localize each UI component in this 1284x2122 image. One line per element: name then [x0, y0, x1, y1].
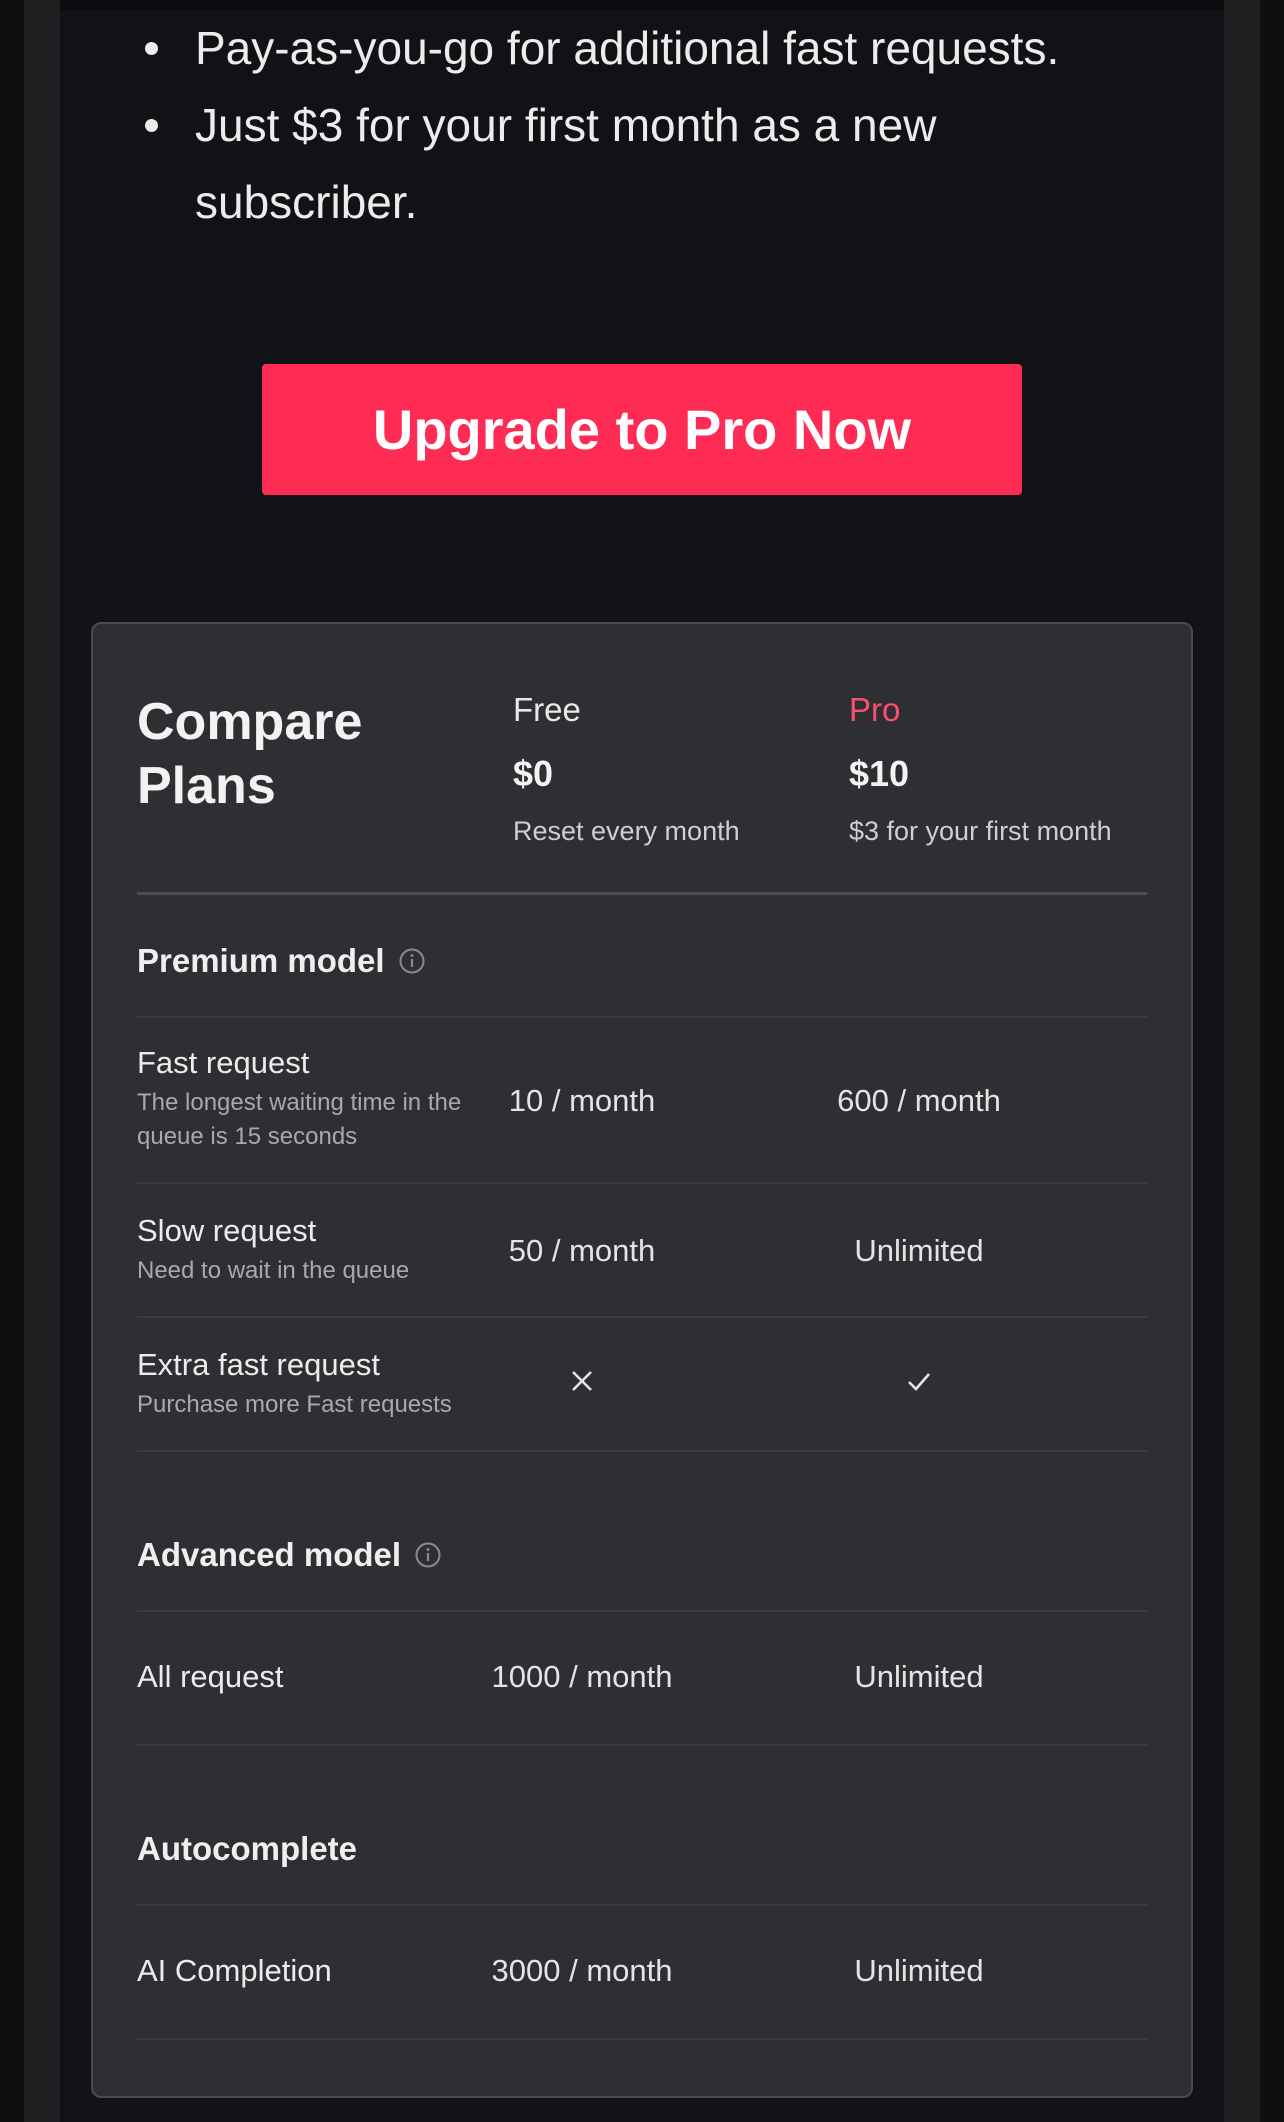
header-divider	[137, 892, 1147, 895]
benefit-item-continued: subscriber.	[60, 164, 1160, 241]
bullet-dot-icon	[145, 42, 158, 55]
upgrade-to-pro-button[interactable]: Upgrade to Pro Now	[262, 364, 1022, 495]
section-label: Advanced model	[137, 1536, 402, 1573]
row-divider	[137, 1016, 1147, 1018]
benefit-item: Just $3 for your first month as a new	[60, 87, 1160, 164]
extra-fast-request-free	[432, 1366, 732, 1404]
right-gutter	[1260, 0, 1284, 2122]
ai-completion-free: 3000 / month	[491, 1953, 673, 1988]
row-slow-request: Slow request Need to wait in the queue	[137, 1212, 467, 1288]
left-side-panel	[24, 0, 60, 2122]
fast-request-pro: 600 / month	[837, 1083, 1001, 1118]
right-side-panel	[1224, 0, 1260, 2122]
section-title-premium: Premium model	[137, 942, 425, 980]
plan-price-free: $0	[513, 753, 554, 794]
row-title: AI Completion	[137, 1953, 332, 1988]
row-divider	[137, 1316, 1147, 1318]
row-ai-completion: AI Completion	[137, 1952, 332, 1990]
all-request-pro: Unlimited	[854, 1659, 984, 1694]
cross-icon	[572, 1371, 592, 1391]
benefits-list: Pay-as-you-go for additional fast reques…	[60, 10, 1160, 241]
info-icon[interactable]	[415, 1542, 441, 1568]
benefit-text: Pay-as-you-go for additional fast reques…	[195, 22, 1060, 74]
fast-request-free: 10 / month	[508, 1083, 656, 1118]
section-label: Premium model	[137, 942, 385, 979]
row-divider	[137, 1450, 1147, 1452]
check-icon	[908, 1373, 930, 1391]
benefit-text: Just $3 for your first month as a new	[195, 99, 937, 151]
row-divider	[137, 1904, 1147, 1906]
plan-note-free: Reset every month	[513, 816, 740, 846]
benefit-text: subscriber.	[195, 176, 418, 228]
plan-note-pro: $3 for your first month	[849, 816, 1112, 846]
row-divider	[137, 1610, 1147, 1612]
ai-completion-pro: Unlimited	[854, 1953, 984, 1988]
top-edge	[60, 0, 1224, 10]
slow-request-pro: Unlimited	[854, 1233, 984, 1268]
compare-plans-title: Compare Plans	[137, 693, 363, 815]
all-request-free: 1000 / month	[491, 1659, 673, 1694]
section-title-autocomplete: Autocomplete	[137, 1830, 357, 1868]
row-divider	[137, 1744, 1147, 1746]
row-fast-request: Fast request The longest waiting time in…	[137, 1044, 467, 1154]
bullet-dot-icon	[145, 119, 158, 132]
main-content: Pay-as-you-go for additional fast reques…	[60, 0, 1224, 2122]
plan-name-free: Free	[513, 691, 581, 728]
left-gutter	[0, 0, 24, 2122]
row-title: Fast request	[137, 1045, 310, 1080]
extra-fast-request-pro	[769, 1366, 1069, 1404]
info-icon[interactable]	[399, 948, 425, 974]
benefit-item: Pay-as-you-go for additional fast reques…	[60, 10, 1160, 87]
section-title-advanced: Advanced model	[137, 1536, 441, 1574]
row-divider	[137, 2038, 1147, 2040]
row-all-request: All request	[137, 1658, 283, 1696]
row-title: All request	[137, 1659, 284, 1694]
plan-column-free: Free $0 Reset every month	[513, 690, 740, 848]
plan-column-pro: Pro $10 $3 for your first month	[849, 690, 1112, 848]
plan-name-pro: Pro	[849, 691, 901, 728]
row-divider	[137, 1182, 1147, 1184]
row-subtitle: The longest waiting time in the queue is…	[137, 1089, 462, 1150]
slow-request-free: 50 / month	[508, 1233, 656, 1268]
row-title: Slow request	[137, 1213, 317, 1248]
row-subtitle: Need to wait in the queue	[137, 1257, 410, 1284]
section-label: Autocomplete	[137, 1830, 358, 1867]
plan-price-pro: $10	[849, 753, 910, 794]
compare-plans-card: Compare Plans Free $0 Reset every month …	[91, 622, 1193, 2098]
